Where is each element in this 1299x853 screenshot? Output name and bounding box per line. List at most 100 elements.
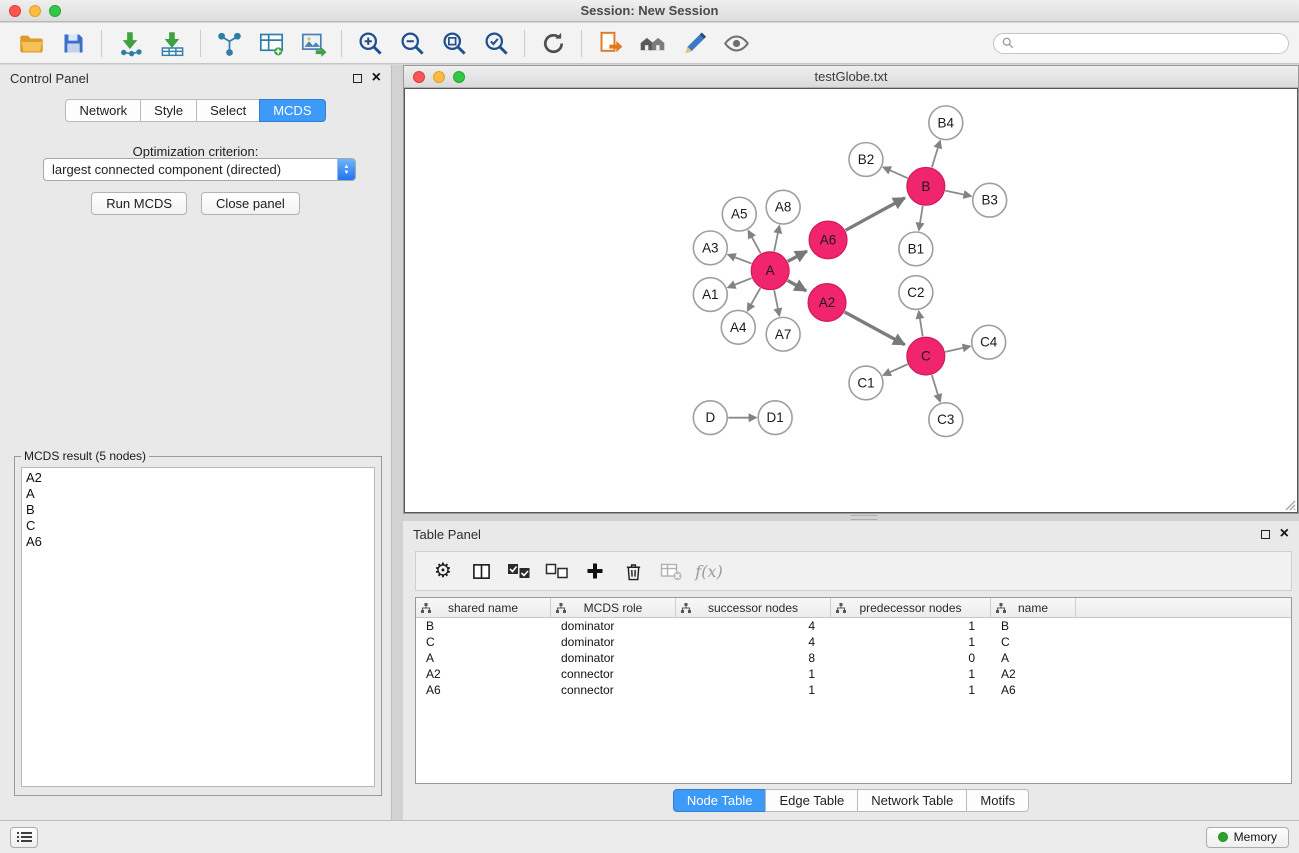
network-zoom-icon[interactable] (453, 71, 465, 83)
network-close-icon[interactable] (413, 71, 425, 83)
export-image-button[interactable] (292, 26, 334, 60)
column-header-successor-nodes[interactable]: successor nodes (676, 598, 831, 617)
node-D[interactable]: D (693, 401, 727, 435)
node-A3[interactable]: A3 (693, 231, 727, 265)
select-all-button[interactable] (502, 556, 536, 586)
open-folder-button[interactable] (10, 26, 52, 60)
mcds-result-list[interactable]: A2ABCA6 (21, 467, 375, 787)
column-header-predecessor-nodes[interactable]: predecessor nodes (831, 598, 991, 617)
tab-select[interactable]: Select (196, 99, 260, 122)
node-B1[interactable]: B1 (899, 232, 933, 266)
table-row[interactable]: Cdominator41C (416, 634, 1291, 650)
zoom-selected-button[interactable] (475, 26, 517, 60)
import-table-button[interactable] (151, 26, 193, 60)
edge-A6-B[interactable] (846, 198, 905, 230)
node-A6[interactable]: A6 (809, 221, 847, 259)
edge-B-B1[interactable] (919, 206, 923, 230)
home-views-button[interactable] (631, 26, 673, 60)
result-item[interactable]: A6 (26, 534, 370, 550)
new-network-table-button[interactable] (250, 26, 292, 60)
show-columns-button[interactable] (464, 556, 498, 586)
export-document-button[interactable] (589, 26, 631, 60)
edge-A-A3[interactable] (728, 255, 752, 264)
node-A7[interactable]: A7 (766, 317, 800, 351)
optimization-criterion-dropdown[interactable]: largest connected component (directed) ▲… (43, 158, 356, 181)
deselect-all-button[interactable] (540, 556, 574, 586)
close-panel-icon[interactable]: × (372, 72, 381, 84)
node-C4[interactable]: C4 (972, 325, 1006, 359)
close-table-panel-icon[interactable]: × (1280, 528, 1289, 540)
edge-A-A6[interactable] (788, 251, 807, 261)
edge-A-A2[interactable] (788, 280, 807, 290)
node-D1[interactable]: D1 (758, 401, 792, 435)
zoom-out-button[interactable] (391, 26, 433, 60)
tab-mcds[interactable]: MCDS (259, 99, 325, 122)
result-item[interactable]: A2 (26, 470, 370, 486)
edge-C-C3[interactable] (932, 375, 940, 402)
tab-edge-table[interactable]: Edge Table (765, 789, 858, 812)
edge-B-B2[interactable] (883, 167, 907, 178)
close-window-icon[interactable] (9, 5, 21, 17)
minimize-window-icon[interactable] (29, 5, 41, 17)
float-panel-icon[interactable] (353, 74, 362, 83)
edge-A-A1[interactable] (728, 278, 752, 287)
table-row[interactable]: A2connector11A2 (416, 666, 1291, 682)
node-A8[interactable]: A8 (766, 190, 800, 224)
tab-motifs[interactable]: Motifs (966, 789, 1029, 812)
resize-grip-icon[interactable] (1282, 497, 1296, 511)
dropdown-stepper-icon[interactable]: ▲ ▼ (337, 159, 355, 180)
save-button[interactable] (52, 26, 94, 60)
node-A2[interactable]: A2 (808, 284, 846, 322)
node-C3[interactable]: C3 (929, 403, 963, 437)
add-column-button[interactable] (578, 556, 612, 586)
node-A5[interactable]: A5 (722, 197, 756, 231)
node-A[interactable]: A (751, 252, 789, 290)
table-row[interactable]: Adominator80A (416, 650, 1291, 666)
column-header-name[interactable]: name (991, 598, 1076, 617)
node-C[interactable]: C (907, 337, 945, 375)
network-minimize-icon[interactable] (433, 71, 445, 83)
network-canvas[interactable]: B4B2BB3A5A8A6B1A3AC2A1A2A4A7C4CC1C3DD1 (404, 88, 1298, 513)
result-item[interactable]: A (26, 486, 370, 502)
function-builder-button[interactable]: f(x) (692, 556, 726, 586)
splitter-handle[interactable] (851, 515, 877, 520)
import-network-button[interactable] (109, 26, 151, 60)
result-item[interactable]: B (26, 502, 370, 518)
node-B4[interactable]: B4 (929, 106, 963, 140)
search-field[interactable] (993, 33, 1289, 54)
node-C1[interactable]: C1 (849, 366, 883, 400)
show-graphics-button[interactable] (715, 26, 757, 60)
zoom-window-icon[interactable] (49, 5, 61, 17)
node-C2[interactable]: C2 (899, 276, 933, 310)
tab-network[interactable]: Network (65, 99, 141, 122)
close-panel-button[interactable]: Close panel (201, 192, 300, 215)
node-B2[interactable]: B2 (849, 143, 883, 177)
search-input[interactable] (1019, 36, 1280, 50)
column-header-MCDS-role[interactable]: MCDS role (551, 598, 676, 617)
refresh-layout-button[interactable] (532, 26, 574, 60)
delete-table-button[interactable] (654, 556, 688, 586)
table-row[interactable]: Bdominator41B (416, 618, 1291, 634)
task-history-button[interactable] (10, 827, 38, 848)
tab-node-table[interactable]: Node Table (673, 789, 767, 812)
node-B3[interactable]: B3 (973, 183, 1007, 217)
node-A4[interactable]: A4 (721, 310, 755, 344)
edge-B-B4[interactable] (932, 141, 940, 168)
float-table-panel-icon[interactable] (1261, 530, 1270, 539)
edge-A-A5[interactable] (748, 231, 760, 254)
zoom-fit-button[interactable] (433, 26, 475, 60)
edge-A-A7[interactable] (774, 290, 779, 316)
memory-button[interactable]: Memory (1206, 827, 1289, 848)
delete-column-button[interactable] (616, 556, 650, 586)
clone-network-button[interactable] (208, 26, 250, 60)
edge-A2-C[interactable] (845, 312, 905, 345)
edge-C-C4[interactable] (945, 346, 970, 352)
tab-network-table[interactable]: Network Table (857, 789, 967, 812)
edge-C-C2[interactable] (919, 311, 923, 336)
run-mcds-button[interactable]: Run MCDS (91, 192, 187, 215)
table-settings-button[interactable]: ⚙ (426, 556, 460, 586)
edge-A-A4[interactable] (748, 288, 761, 311)
column-header-shared-name[interactable]: shared name (416, 598, 551, 617)
tab-style[interactable]: Style (140, 99, 197, 122)
edge-C-C1[interactable] (883, 364, 907, 375)
